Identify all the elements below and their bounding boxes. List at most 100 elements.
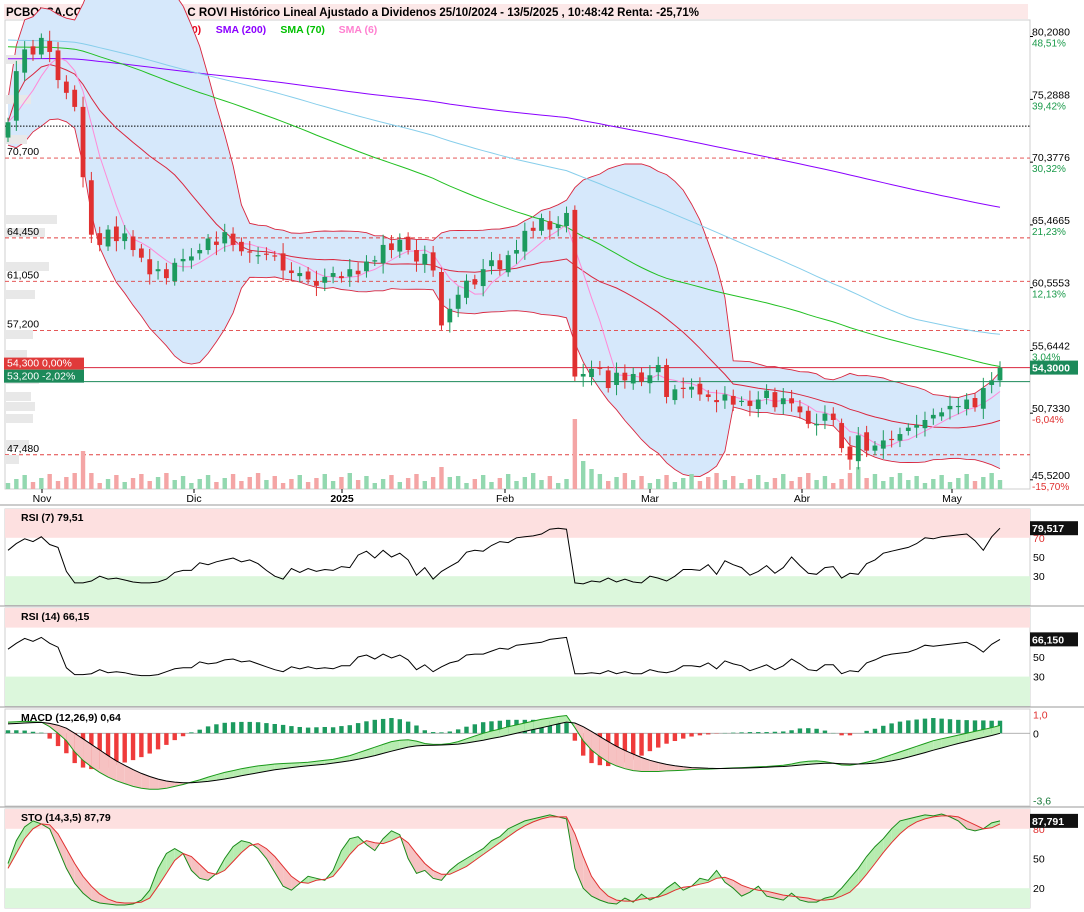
macd-histogram-bar — [172, 733, 177, 741]
macd-histogram-bar — [839, 733, 844, 736]
candle-body — [13, 71, 19, 121]
volume-bar — [747, 479, 753, 489]
volume-bar — [72, 473, 77, 489]
price-tick-label: 55,6442 — [1032, 340, 1070, 352]
volume-bar — [722, 480, 728, 489]
volume-bar — [447, 477, 453, 489]
volume-bar — [555, 483, 561, 489]
volume-bar — [831, 483, 836, 489]
candle-body — [105, 229, 111, 247]
candle-body — [839, 423, 845, 449]
macd-histogram-bar — [864, 730, 869, 734]
volume-bar — [372, 483, 377, 489]
macd-histogram-bar — [255, 722, 261, 734]
macd-histogram-bar — [889, 723, 894, 734]
volume-bar — [355, 480, 361, 489]
candle-body — [63, 81, 69, 93]
candle-body — [589, 368, 594, 378]
price-tick-label: 75,2888 — [1032, 89, 1070, 101]
macd-histogram-bar — [881, 725, 886, 734]
volume-bar — [122, 482, 127, 489]
oversold-zone — [5, 676, 1030, 706]
candle-body — [355, 270, 361, 275]
candle-body — [130, 236, 136, 251]
price-tick-pct: 39,42% — [1032, 101, 1066, 112]
macd-histogram-bar — [30, 731, 36, 734]
value-tag-label: 79,517 — [1032, 523, 1064, 535]
macd-histogram-bar — [664, 733, 669, 744]
candle-body — [639, 372, 644, 382]
candle-body — [722, 394, 728, 401]
chart-canvas: PCBOLSA.COM - LABOR FARMAC ROVI Históric… — [0, 0, 1084, 912]
macd-histogram-bar — [214, 724, 219, 734]
macd-histogram-bar — [414, 725, 419, 734]
volume-bar — [706, 477, 711, 489]
date-tick-label: Nov — [33, 493, 52, 505]
volume-bar — [522, 477, 528, 489]
macd-histogram-bar — [272, 723, 277, 734]
volume-bar — [264, 480, 269, 489]
candle-body — [847, 446, 853, 460]
volume-bar — [889, 477, 894, 489]
candle-body — [614, 372, 619, 385]
candle-body — [680, 387, 686, 389]
volume-bar — [222, 478, 227, 489]
volume-bar — [606, 481, 611, 489]
volume-bar — [305, 482, 311, 489]
macd-histogram-bar — [747, 732, 753, 734]
candle-body — [514, 250, 519, 254]
macd-histogram-bar — [405, 721, 411, 734]
candle-body — [305, 271, 311, 280]
volume-bar — [756, 475, 761, 489]
macd-histogram-bar — [447, 731, 453, 734]
volume-bar — [681, 478, 686, 489]
candle-body — [439, 272, 444, 326]
support-box-label: 53,200 -2,02% — [7, 371, 75, 383]
volume-bar — [255, 473, 261, 489]
candle-body — [230, 233, 236, 245]
volume-bar — [931, 479, 936, 489]
panel-tick-label: 50 — [1033, 652, 1045, 664]
volume-bar — [514, 481, 519, 489]
volume-bar — [972, 481, 978, 489]
level-label: 47,480 — [7, 443, 39, 455]
volume-bar — [589, 469, 594, 489]
candle-body — [697, 383, 703, 395]
candle-body — [647, 375, 653, 384]
volume-bar — [647, 483, 653, 489]
volume-profile-bar — [5, 455, 19, 464]
candle-body — [830, 413, 836, 420]
volume-bar — [39, 478, 44, 489]
volume-profile-bar — [5, 215, 57, 224]
volume-profile-bar — [5, 392, 31, 401]
macd-histogram-bar — [347, 725, 352, 734]
macd-histogram-bar — [472, 724, 478, 734]
macd-histogram-bar — [739, 732, 744, 734]
volume-bar — [464, 483, 469, 489]
macd-histogram-bar — [5, 730, 11, 734]
panel-label: RSI (7) 79,51 — [21, 512, 84, 524]
macd-histogram-bar — [289, 726, 294, 734]
macd-histogram-bar — [956, 719, 961, 734]
macd-histogram-bar — [180, 733, 186, 737]
volume-bar — [956, 478, 961, 489]
volume-bar — [130, 478, 136, 489]
volume-bar — [872, 474, 878, 489]
candle-body — [280, 253, 286, 271]
volume-bar — [856, 467, 861, 489]
candle-body — [113, 226, 119, 242]
candle-body — [764, 390, 769, 399]
volume-profile-bar — [5, 330, 33, 339]
volume-bar — [772, 478, 778, 489]
candle-body — [147, 259, 153, 275]
candle-body — [22, 49, 28, 73]
price-tick-pct: 48,51% — [1032, 39, 1066, 50]
macd-histogram-bar — [697, 733, 703, 736]
volume-bar — [280, 483, 286, 489]
volume-bar — [739, 483, 744, 489]
candle-body — [814, 423, 820, 426]
candle-body — [5, 122, 11, 138]
price-box-label: 54,300 0,00% — [7, 358, 72, 370]
volume-bar — [897, 473, 903, 489]
volume-bar — [230, 474, 236, 489]
